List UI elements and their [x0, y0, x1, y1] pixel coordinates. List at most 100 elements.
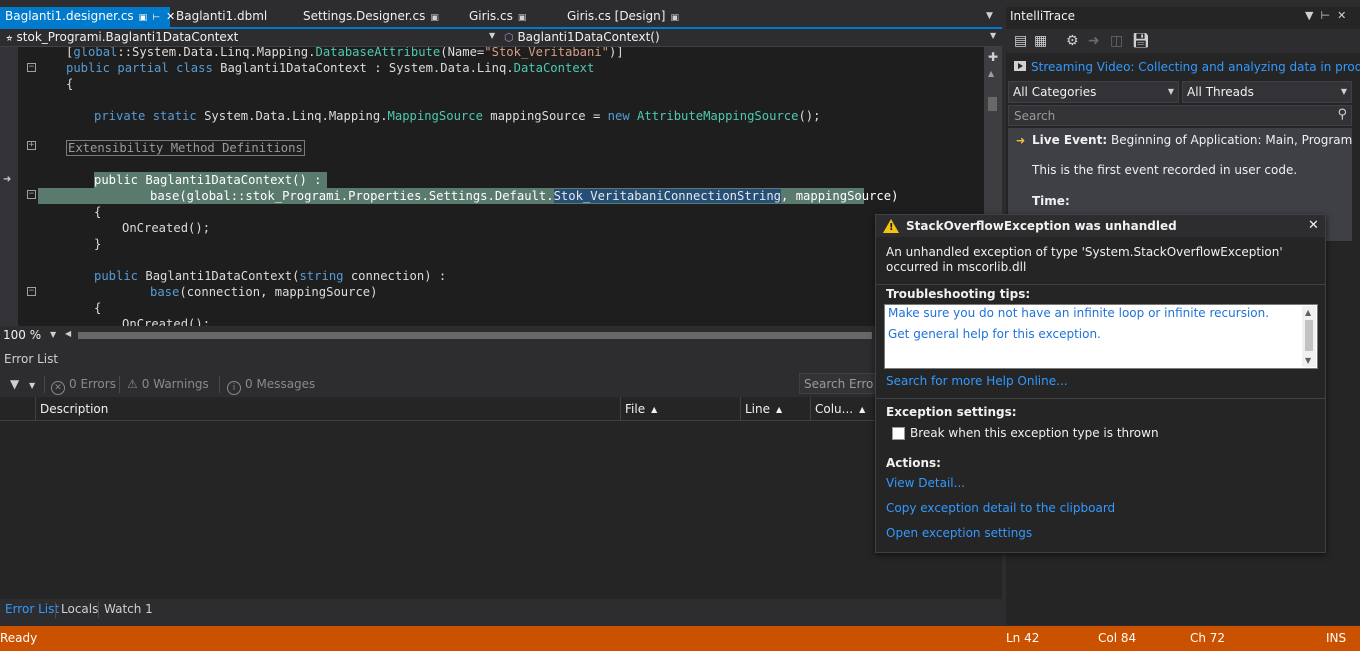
pin-tab-icon[interactable]: ⊢	[152, 13, 160, 23]
warnings-filter-button[interactable]: ⚠ 0 Warnings	[127, 377, 209, 391]
scrollbar-thumb[interactable]	[988, 97, 997, 111]
outline-collapse-icon[interactable]: −	[27, 63, 36, 72]
scroll-up-icon[interactable]: ▲	[988, 69, 994, 78]
streaming-video-link[interactable]: Streaming Video: Collecting and analyzin…	[1031, 60, 1360, 74]
messages-filter-button[interactable]: i0 Messages	[227, 377, 315, 395]
code-line: public partial class Baglanti1DataContex…	[66, 61, 595, 75]
error-list-search-input[interactable]: Search Error List	[799, 373, 875, 394]
tab-baglanti1-designer-cs[interactable]: Baglanti1.designer.cs ▣ ⊢ ✕	[0, 7, 175, 27]
warning-icon-mark: !	[889, 222, 894, 233]
errors-filter-button[interactable]: ✕ 0 Errors	[51, 377, 116, 395]
go-live-icon: ➜	[1088, 33, 1100, 49]
error-list-body	[0, 421, 1002, 599]
chevron-down-icon: ▼	[1340, 87, 1347, 96]
open-exception-settings-link[interactable]: Open exception settings	[886, 526, 1032, 540]
warning-icon: ⚠	[127, 377, 138, 391]
scroll-up-icon[interactable]: ▲	[1305, 308, 1311, 317]
status-text: Ready	[0, 631, 38, 645]
outline-collapse-icon[interactable]: −	[27, 287, 36, 296]
tip-link[interactable]: Make sure you do not have an infinite lo…	[888, 306, 1269, 320]
scroll-left-icon[interactable]: ◀	[65, 329, 71, 338]
outline-collapse-icon[interactable]: −	[27, 190, 36, 199]
tab-watch-1[interactable]: Watch 1	[104, 602, 153, 616]
tab-overflow-dropdown-icon[interactable]: ▼	[986, 11, 996, 21]
code-line: OnCreated();	[122, 317, 211, 326]
tab-error-list[interactable]: Error List	[5, 602, 59, 616]
live-event-title: Live Event: Beginning of Application: Ma…	[1032, 133, 1352, 147]
panel-window-controls: ▼ ⊢ ✕	[1305, 9, 1346, 22]
exception-message: An unhandled exception of type 'System.S…	[886, 245, 1283, 274]
next-statement-arrow-icon: ➜	[3, 174, 12, 185]
events-view-icon[interactable]: ▤	[1014, 33, 1027, 49]
toolbar-separator	[119, 376, 120, 393]
thread-filter-dropdown[interactable]: All Threads ▼	[1182, 81, 1352, 103]
sort-ascending-icon: ▲	[776, 405, 783, 414]
toolbar-separator	[44, 376, 45, 393]
tab-giris-cs[interactable]: Giris.cs ▣	[464, 7, 531, 27]
divider	[876, 284, 1325, 285]
actions-heading: Actions:	[886, 456, 941, 470]
scroll-down-icon[interactable]: ▼	[1305, 356, 1311, 365]
exception-title: StackOverflowException was unhandled	[906, 219, 1177, 233]
chevron-down-icon: ▼	[1167, 87, 1174, 96]
code-editor[interactable]: ➜ − + − − [global::System.Data.Linq.Mapp…	[0, 47, 984, 326]
code-line-current: base(global::stok_Programi.Properties.Se…	[150, 189, 899, 203]
code-line: }	[94, 237, 102, 251]
calls-view-icon[interactable]: ▦	[1034, 33, 1047, 49]
auto-hide-pin-icon[interactable]: ⊢	[1320, 9, 1330, 22]
column-header-icon[interactable]	[0, 397, 35, 421]
horizontal-scrollbar-thumb[interactable]	[78, 332, 872, 339]
window-position-icon[interactable]: ▼	[1305, 9, 1313, 22]
chevron-down-icon[interactable]: ▼	[990, 31, 996, 40]
gear-icon[interactable]: ⚙	[1066, 33, 1079, 49]
code-line: private static System.Data.Linq.Mapping.…	[94, 109, 821, 123]
category-filter-dropdown[interactable]: All Categories ▼	[1008, 81, 1179, 103]
search-icon[interactable]: ⚲	[1337, 107, 1347, 122]
save-icon[interactable]: 💾︎	[1132, 33, 1150, 49]
streaming-video-row: Streaming Video: Collecting and analyzin…	[1006, 57, 1360, 77]
view-detail-link[interactable]: View Detail...	[886, 476, 965, 490]
tips-scrollbar[interactable]: ▲ ▼	[1302, 306, 1316, 367]
intellitrace-toolbar: ▤ ▦ ⚙ ➜ ◫ 💾︎	[1006, 29, 1360, 53]
error-list-toolbar: ▼︎ ▼ ✕ 0 Errors ⚠ 0 Warnings i0 Messages S…	[0, 372, 1002, 397]
zoom-dropdown-icon[interactable]: ▼	[50, 330, 56, 339]
lock-icon: ▣	[517, 13, 527, 23]
intellitrace-title: IntelliTrace	[1010, 9, 1076, 23]
pin-icon[interactable]: ▣	[139, 13, 148, 23]
troubleshooting-tips-list: Make sure you do not have an infinite lo…	[884, 304, 1318, 369]
tab-settings-designer-cs[interactable]: Settings.Designer.cs ▣	[298, 7, 444, 27]
break-when-thrown-label[interactable]: Break when this exception type is thrown	[910, 426, 1159, 440]
break-when-thrown-checkbox[interactable]	[892, 427, 905, 440]
column-header-line[interactable]: Line ▲	[740, 397, 810, 421]
column-header-description[interactable]: Description	[35, 397, 620, 421]
filter-icon[interactable]: ▼︎	[10, 377, 19, 391]
tip-link[interactable]: Get general help for this exception.	[888, 327, 1101, 341]
zoom-level[interactable]: 100 %	[3, 328, 41, 342]
exception-helper: ! StackOverflowException was unhandled ✕…	[875, 214, 1326, 553]
status-insert-mode: INS	[1326, 631, 1347, 645]
chevron-down-icon[interactable]: ▼	[489, 31, 495, 40]
split-window-icon[interactable]: ✚	[987, 51, 999, 65]
search-help-online-link[interactable]: Search for more Help Online...	[886, 374, 1068, 388]
class-scope-dropdown[interactable]: ⭐︎ stok_Programi.Baglanti1DataContext	[6, 29, 500, 47]
intellitrace-search-input[interactable]: Search ⚲	[1008, 105, 1352, 126]
live-event-time-label: Time:	[1032, 194, 1070, 208]
collapsed-region[interactable]: Extensibility Method Definitions	[66, 140, 305, 156]
play-video-icon	[1014, 61, 1026, 71]
tab-giris-cs-design[interactable]: Giris.cs [Design] ▣	[562, 7, 684, 27]
member-scope-label: Baglanti1DataContext()	[517, 30, 660, 44]
member-scope-dropdown[interactable]: ⬡ Baglanti1DataContext()	[504, 29, 998, 47]
filter-dropdown-icon[interactable]: ▼	[29, 381, 35, 390]
error-list-title: Error List	[4, 352, 59, 366]
class-icon: ⭐︎	[6, 33, 13, 44]
method-icon: ⬡	[504, 31, 514, 44]
column-header-file[interactable]: File ▲	[620, 397, 740, 421]
close-icon[interactable]: ✕	[1308, 218, 1319, 233]
sort-ascending-icon: ▲	[651, 405, 658, 414]
outline-expand-icon[interactable]: +	[27, 141, 36, 150]
scrollbar-thumb[interactable]	[1305, 320, 1313, 351]
copy-exception-detail-link[interactable]: Copy exception detail to the clipboard	[886, 501, 1115, 515]
tab-locals[interactable]: Locals	[61, 602, 98, 616]
close-icon[interactable]: ✕	[1337, 9, 1346, 22]
tab-baglanti1-dbml[interactable]: Baglanti1.dbml	[171, 7, 272, 27]
